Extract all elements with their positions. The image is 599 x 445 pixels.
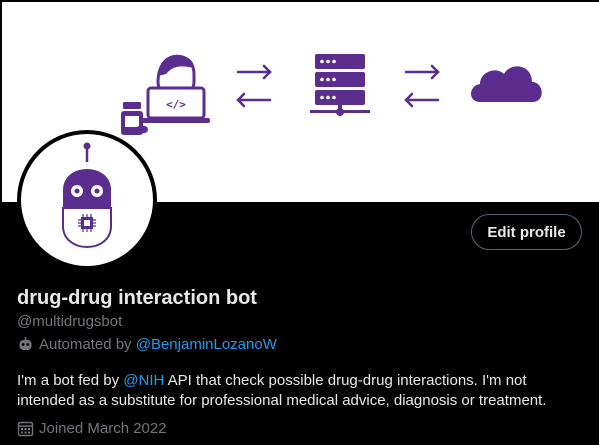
server-icon: [310, 54, 370, 116]
nih-mention-link[interactable]: @NIH: [123, 372, 164, 389]
arrows-exchange-icon: [236, 64, 272, 108]
joined-date: Joined March 2022: [17, 420, 167, 437]
display-name: drug-drug interaction bot: [17, 287, 257, 309]
user-handle: @multidrugsbot: [17, 313, 123, 330]
automated-by-link[interactable]: @BenjaminLozanoW: [136, 336, 277, 353]
calendar-icon: [17, 420, 34, 437]
code-glyph: </>: [166, 98, 186, 111]
automated-prefix: Automated by: [39, 336, 132, 353]
arrows-exchange-icon: [404, 64, 440, 108]
joined-text: Joined March 2022: [39, 420, 167, 437]
edit-profile-button[interactable]: Edit profile: [471, 214, 582, 250]
bio-text-start: I'm a bot fed by: [17, 372, 120, 389]
profile-bio: I'm a bot fed by @NIH API that check pos…: [17, 371, 582, 411]
automated-label: Automated by @BenjaminLozanoW: [17, 336, 277, 353]
cloud-icon: [471, 66, 542, 102]
avatar[interactable]: [21, 134, 153, 266]
robot-capsule-icon: [62, 142, 112, 248]
developer-at-laptop-icon: </>: [142, 54, 210, 123]
bot-icon: [17, 336, 34, 353]
